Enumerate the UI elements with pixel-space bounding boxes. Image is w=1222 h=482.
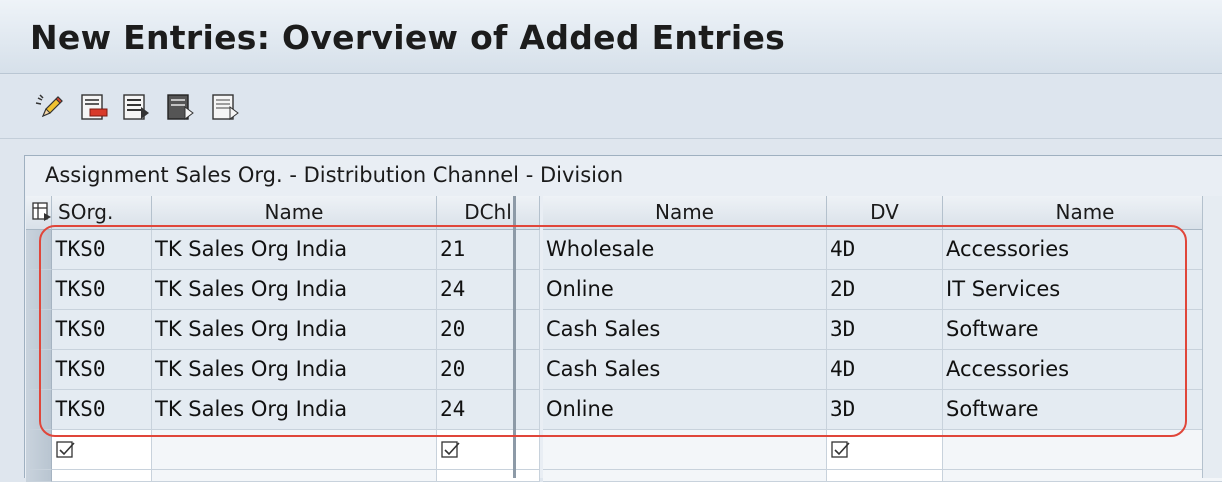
new-dchl-name-cell [543, 430, 827, 470]
title-bar: New Entries: Overview of Added Entries [0, 0, 1222, 74]
new-dv-input[interactable] [827, 430, 943, 470]
new-dchl-input[interactable] [437, 430, 540, 470]
cell-dchl[interactable]: 20 [437, 310, 540, 350]
cell-sorg-name: TK Sales Org India [152, 390, 437, 430]
deselect-all-icon[interactable] [210, 92, 240, 122]
cell-dv-name: Software [943, 390, 1222, 430]
cell-dv-name: IT Services [943, 270, 1222, 310]
new-sorg-name-cell [152, 430, 437, 470]
change-pencil-icon[interactable] [34, 92, 64, 122]
cell-dchl-name: Online [543, 390, 827, 430]
cell-dchl-name: Online [543, 270, 827, 310]
new-sorg-input[interactable] [52, 430, 152, 470]
new-dv-name-cell [943, 470, 1222, 482]
column-header-dchl-name[interactable]: Name [543, 196, 827, 230]
cell-sorg-name: TK Sales Org India [152, 230, 437, 270]
cell-dv[interactable]: 2D [827, 270, 943, 310]
cell-dv-name: Accessories [943, 230, 1222, 270]
column-header-sorg-name[interactable]: Name [152, 196, 437, 230]
application-toolbar [0, 75, 1222, 139]
table-settings-icon[interactable] [32, 202, 52, 222]
new-dchl-input[interactable] [437, 470, 540, 482]
cell-dchl[interactable]: 24 [437, 270, 540, 310]
new-sorg-input[interactable] [52, 470, 152, 482]
new-dv-input[interactable] [827, 470, 943, 482]
cell-sorg-name: TK Sales Org India [152, 310, 437, 350]
cell-dchl-name: Wholesale [543, 230, 827, 270]
column-header-sorg[interactable]: SOrg. [52, 196, 152, 230]
row-selector[interactable] [26, 350, 52, 390]
page-title: New Entries: Overview of Added Entries [30, 18, 786, 57]
cell-dchl[interactable]: 24 [437, 390, 540, 430]
cell-sorg-name: TK Sales Org India [152, 270, 437, 310]
required-entry-icon [441, 441, 460, 458]
cell-sorg[interactable]: TKS0 [52, 230, 152, 270]
select-block-icon[interactable] [165, 92, 195, 122]
new-dchl-name-cell [543, 470, 827, 482]
new-dv-name-cell [943, 430, 1222, 470]
row-selector[interactable] [26, 310, 52, 350]
cell-dv-name: Software [943, 310, 1222, 350]
cell-dchl-name: Cash Sales [543, 310, 827, 350]
required-entry-icon [831, 441, 850, 458]
row-selector[interactable] [26, 270, 52, 310]
row-selector[interactable] [26, 430, 52, 470]
column-settings-cell[interactable] [26, 196, 52, 230]
row-selector[interactable] [26, 390, 52, 430]
required-entry-icon [56, 441, 75, 458]
cell-dv[interactable]: 3D [827, 390, 943, 430]
row-selector[interactable] [26, 230, 52, 270]
new-sorg-name-cell [152, 470, 437, 482]
cell-dchl[interactable]: 20 [437, 350, 540, 390]
cell-sorg[interactable]: TKS0 [52, 390, 152, 430]
cell-sorg-name: TK Sales Org India [152, 350, 437, 390]
fixed-column-divider[interactable] [513, 196, 516, 478]
select-all-icon[interactable] [121, 92, 151, 122]
cell-sorg[interactable]: TKS0 [52, 350, 152, 390]
cell-dchl[interactable]: 21 [437, 230, 540, 270]
cell-sorg[interactable]: TKS0 [52, 310, 152, 350]
cell-dchl-name: Cash Sales [543, 350, 827, 390]
row-selector[interactable] [26, 470, 52, 482]
cell-dv[interactable]: 3D [827, 310, 943, 350]
delete-entries-icon[interactable] [79, 92, 109, 122]
vertical-scrollbar[interactable] [1202, 196, 1222, 478]
cell-dv[interactable]: 4D [827, 230, 943, 270]
column-header-dv-name[interactable]: Name [943, 196, 1222, 230]
column-header-dchl[interactable]: DChl [437, 196, 540, 230]
cell-dv-name: Accessories [943, 350, 1222, 390]
column-header-dv[interactable]: DV [827, 196, 943, 230]
table-title: Assignment Sales Org. - Distribution Cha… [45, 163, 624, 187]
cell-sorg[interactable]: TKS0 [52, 270, 152, 310]
cell-dv[interactable]: 4D [827, 350, 943, 390]
